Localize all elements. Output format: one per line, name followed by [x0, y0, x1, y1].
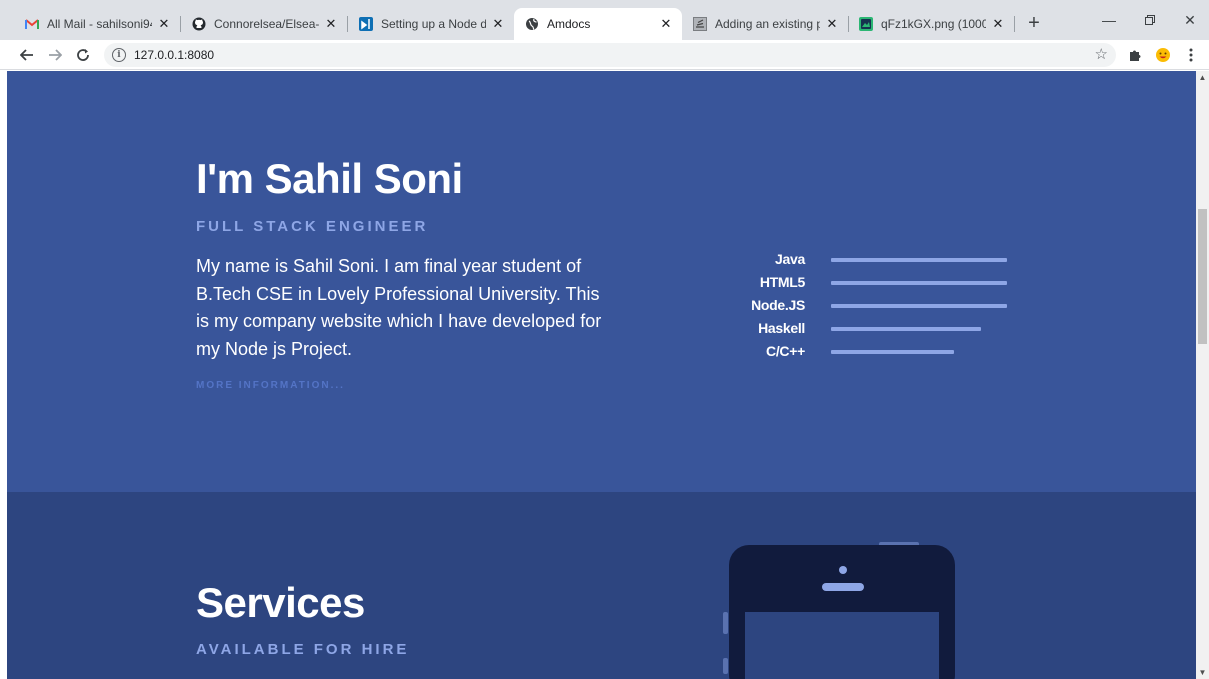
tab-gmail[interactable]: All Mail - sahilsoni9460 ✕: [14, 8, 181, 40]
menu-kebab-icon[interactable]: [1180, 44, 1202, 66]
info-icon[interactable]: i: [112, 48, 126, 62]
tab-node-setup[interactable]: Setting up a Node deve ✕: [348, 8, 514, 40]
skill-bar: [831, 327, 981, 331]
stackoverflow-icon: [692, 16, 708, 32]
bookmark-star-icon[interactable]: ☆: [1095, 45, 1108, 63]
tab-github[interactable]: Connorelsea/Elsea-Lab ✕: [181, 8, 348, 40]
tab-title: Adding an existing proj: [715, 17, 820, 31]
profile-avatar-icon[interactable]: [1152, 44, 1174, 66]
hero-heading: I'm Sahil Soni: [196, 155, 463, 202]
services-section: Services AVAILABLE FOR HIRE: [7, 492, 1196, 679]
skill-row: Java: [707, 251, 1027, 274]
tab-strip: All Mail - sahilsoni9460 ✕ Connorelsea/E…: [0, 0, 1209, 40]
skill-bar: [831, 281, 1007, 285]
close-tab-icon[interactable]: ✕: [824, 16, 840, 32]
tab-separator: [1014, 16, 1015, 32]
skill-bar: [831, 258, 1007, 262]
tab-title: Amdocs: [547, 17, 591, 31]
skill-bar: [831, 304, 1007, 308]
new-tab-button[interactable]: +: [1022, 12, 1046, 36]
hero-bio: My name is Sahil Soni. I am final year s…: [196, 256, 602, 359]
back-button[interactable]: [14, 42, 40, 68]
tab-stackoverflow[interactable]: Adding an existing proj ✕: [682, 8, 849, 40]
tab-amdocs[interactable]: Amdocs ✕: [514, 8, 682, 40]
close-window-button[interactable]: ✕: [1170, 6, 1209, 34]
web-page: I'm Sahil Soni FULL STACK ENGINEER My na…: [7, 71, 1196, 679]
skill-row: HTML5: [707, 274, 1027, 297]
skill-row: Haskell: [707, 320, 1027, 343]
close-tab-icon[interactable]: ✕: [323, 16, 339, 32]
gmail-icon: [24, 16, 40, 32]
services-heading: Services: [196, 579, 365, 626]
page-viewport: I'm Sahil Soni FULL STACK ENGINEER My na…: [0, 71, 1209, 679]
skill-row: C/C++: [707, 343, 1027, 366]
forward-button[interactable]: [42, 42, 68, 68]
vertical-scrollbar[interactable]: ▲ ▼: [1196, 71, 1209, 679]
hero-section: I'm Sahil Soni FULL STACK ENGINEER My na…: [7, 71, 1196, 492]
tab-title: Connorelsea/Elsea-Lab: [214, 17, 319, 31]
more-information-link[interactable]: MORE INFORMATION...: [196, 380, 345, 391]
image-icon: [858, 16, 874, 32]
close-tab-icon[interactable]: ✕: [658, 16, 674, 32]
skill-bar: [831, 350, 954, 354]
github-icon: [191, 16, 207, 32]
globe-icon: [524, 16, 540, 32]
scroll-up-arrow-icon[interactable]: ▲: [1196, 71, 1209, 84]
address-bar[interactable]: i 127.0.0.1:8080 ☆: [104, 43, 1116, 67]
close-tab-icon[interactable]: ✕: [490, 16, 506, 32]
services-subtitle: AVAILABLE FOR HIRE: [196, 641, 410, 658]
phone-illustration: [723, 542, 955, 679]
close-tab-icon[interactable]: ✕: [990, 16, 1006, 32]
restore-button[interactable]: [1130, 6, 1170, 34]
skill-label: HTML5: [759, 274, 805, 290]
hero-role: FULL STACK ENGINEER: [196, 218, 429, 235]
scroll-down-arrow-icon[interactable]: ▼: [1196, 666, 1209, 679]
tab-title: Setting up a Node deve: [381, 17, 486, 31]
tab-title: All Mail - sahilsoni9460: [47, 17, 152, 31]
scroll-thumb[interactable]: [1198, 209, 1207, 344]
skill-label: Haskell: [758, 320, 805, 336]
address-text: 127.0.0.1:8080: [134, 48, 215, 62]
restore-icon: [1145, 15, 1155, 25]
skill-label: Node.JS: [751, 297, 805, 313]
forward-arrow-icon: [49, 49, 62, 61]
skill-label: C/C++: [766, 343, 805, 359]
skills-chart: Java HTML5 Node.JS Haskell C/C++: [707, 251, 1027, 366]
skill-label: Java: [775, 251, 805, 267]
close-tab-icon[interactable]: ✕: [156, 16, 172, 32]
minimize-button[interactable]: —: [1089, 6, 1129, 34]
extensions-icon[interactable]: [1124, 44, 1146, 66]
tab-title: qFz1kGX.png (1000×20: [881, 17, 986, 31]
vscode-icon: [358, 16, 374, 32]
back-arrow-icon: [20, 49, 33, 61]
reload-button[interactable]: [70, 42, 96, 68]
browser-toolbar: i 127.0.0.1:8080 ☆: [0, 40, 1209, 70]
skill-row: Node.JS: [707, 297, 1027, 320]
tab-image[interactable]: qFz1kGX.png (1000×20 ✕: [848, 8, 1015, 40]
reload-icon: [77, 49, 89, 61]
